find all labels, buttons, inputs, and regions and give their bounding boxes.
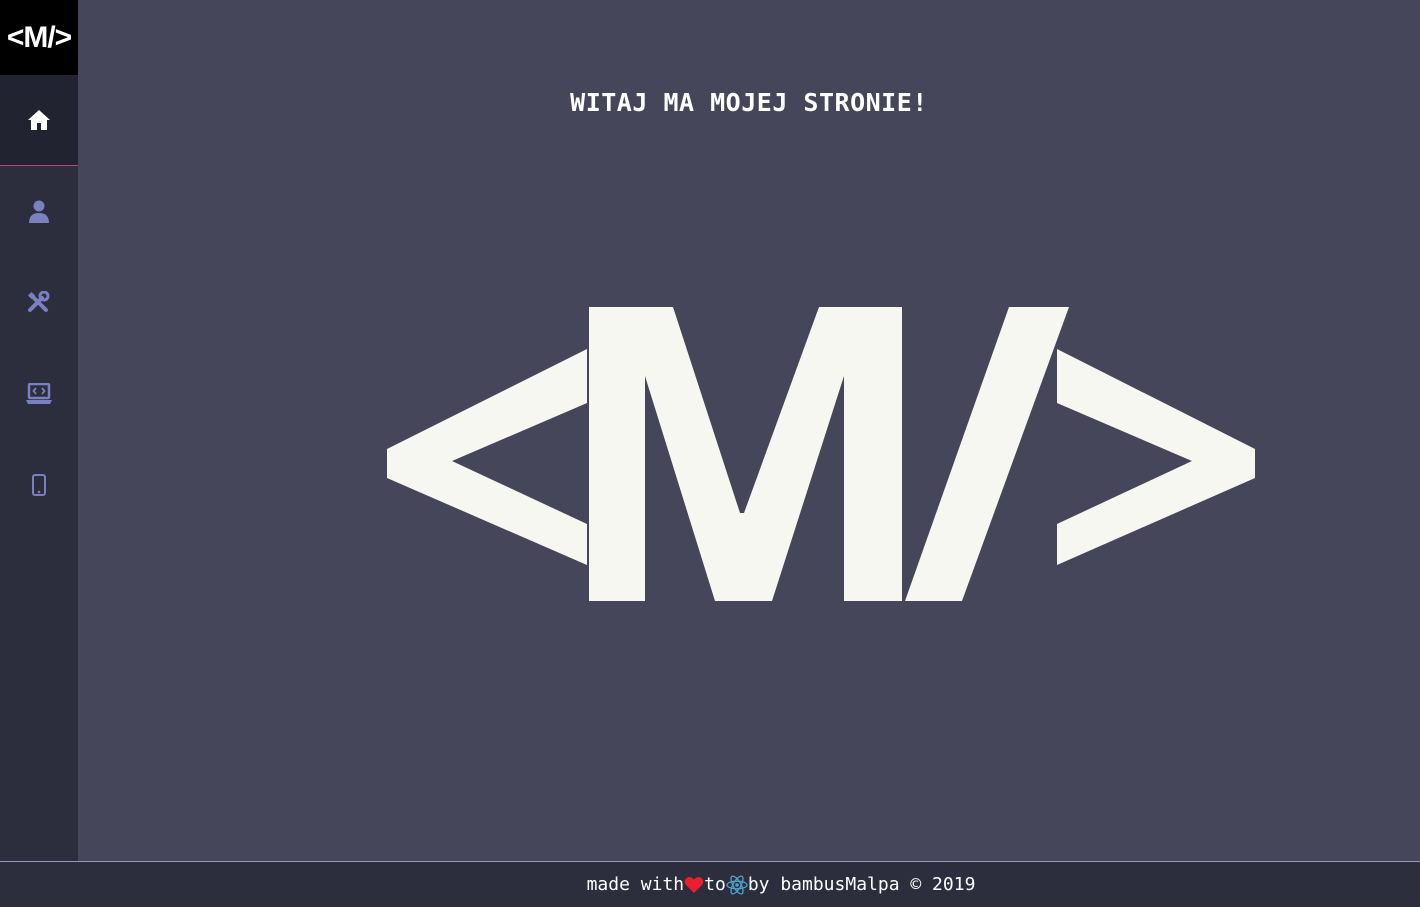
footer-to: to [704, 874, 726, 895]
react-icon [726, 874, 748, 895]
nav-item-about[interactable] [0, 166, 78, 257]
brand-logo-text: <M/> [6, 20, 72, 54]
nav-item-contact[interactable] [0, 439, 78, 530]
heart-icon [684, 876, 704, 894]
user-icon [28, 200, 50, 224]
brand-logo[interactable]: <M/> [0, 0, 78, 75]
nav-item-skills[interactable] [0, 257, 78, 348]
footer-by: by bambusMalpa © 2019 [747, 874, 976, 895]
nav-item-home[interactable] [0, 75, 78, 166]
welcome-heading: WITAJ MA MOJEJ STRONIE! [570, 88, 928, 117]
footer: made with to by bambusMalpa © 2019 [0, 861, 1420, 907]
laptop-code-icon [25, 382, 53, 405]
home-icon [27, 109, 51, 131]
tools-icon [27, 290, 51, 315]
mobile-icon [32, 473, 46, 496]
main-content: WITAJ MA MOJEJ STRONIE! [78, 0, 1420, 861]
sidebar: <M/> [0, 0, 78, 861]
hero-logo [387, 306, 1257, 607]
footer-made-with: made with [586, 874, 685, 895]
nav-item-projects[interactable] [0, 348, 78, 439]
